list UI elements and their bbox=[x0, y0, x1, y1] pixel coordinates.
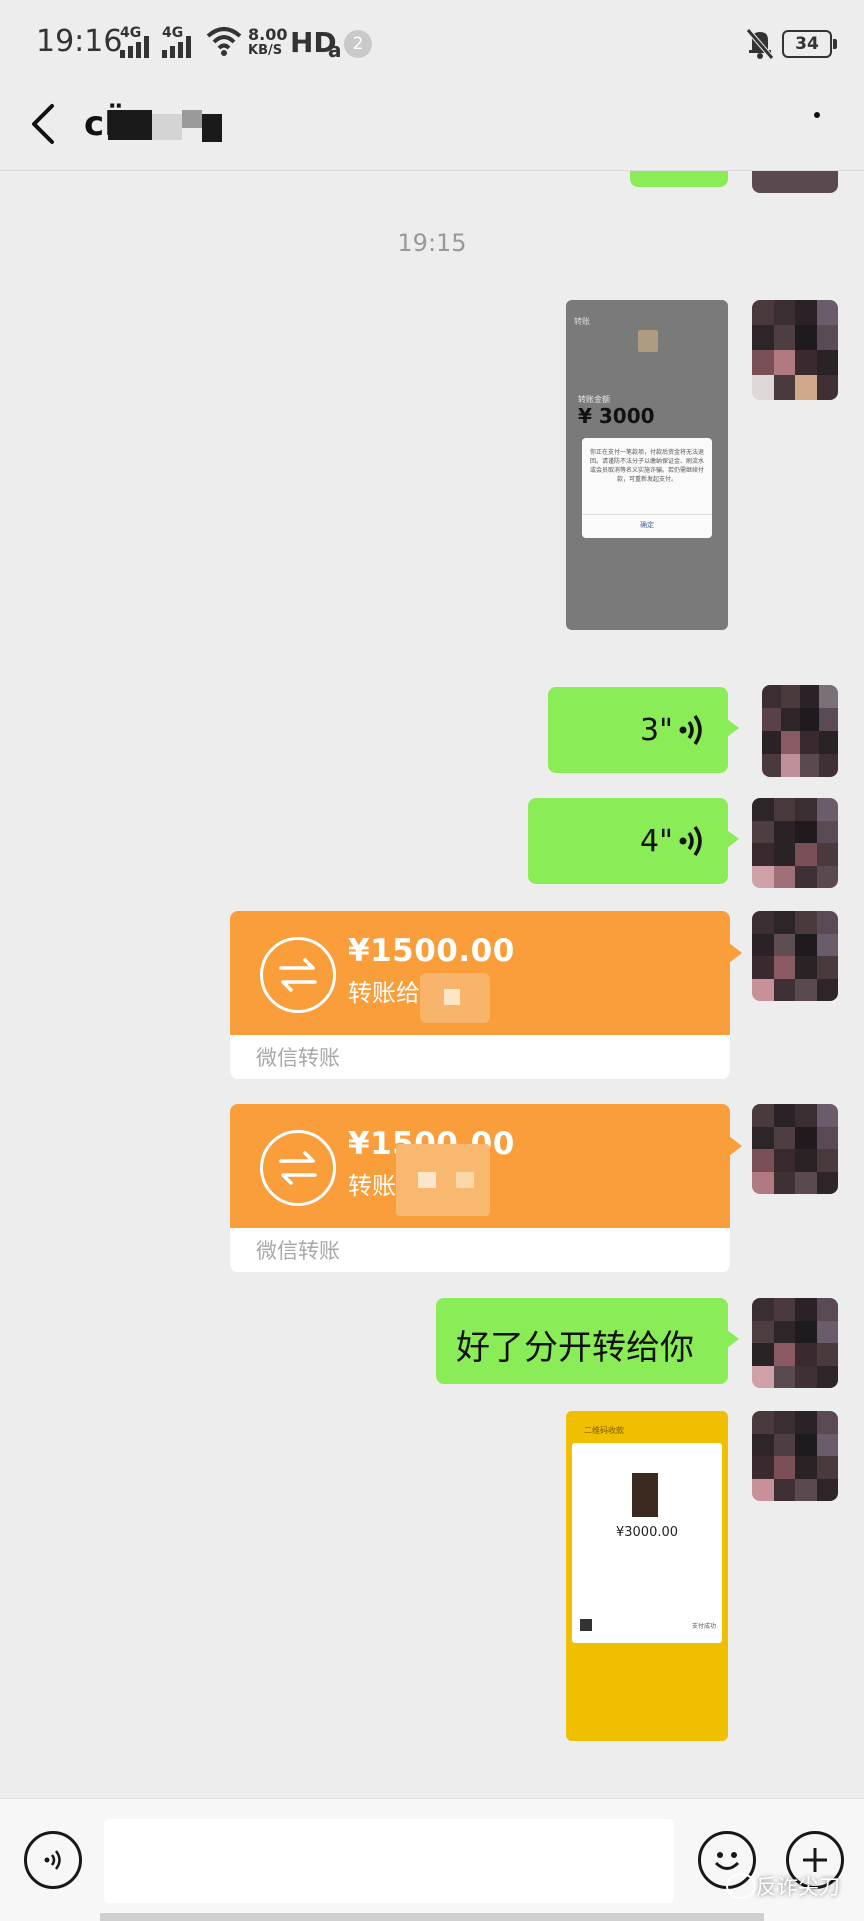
screenshot-dialog-button: 确定 bbox=[640, 521, 654, 529]
wifi-icon bbox=[206, 27, 242, 56]
transfer-footer-label: 微信转账 bbox=[256, 1046, 340, 1070]
voice-message-bubble[interactable]: 4" bbox=[528, 798, 739, 884]
notification-count-badge: 2 bbox=[344, 30, 372, 58]
status-bar: 19:16 4G 4G 8.00 KB/S HD a 2 34 bbox=[0, 0, 864, 86]
screenshot-title: 转账 bbox=[574, 317, 590, 326]
voice-duration: 4" bbox=[640, 824, 673, 859]
chat-area[interactable]: 19:15 转账 转账金额 ¥ 3000 你正在支付一笔款项，付款后资金将无法退… bbox=[0, 171, 864, 1798]
image-message-transfer-screenshot[interactable]: 转账 转账金额 ¥ 3000 你正在支付一笔款项，付款后资金将无法退回。请谨防不… bbox=[566, 300, 728, 630]
watermark: 反诈尖刀 bbox=[756, 1875, 840, 1899]
voice-input-icon bbox=[44, 1850, 61, 1870]
avatar[interactable] bbox=[752, 171, 838, 193]
voice-duration: 3" bbox=[640, 713, 673, 748]
battery-level: 34 bbox=[795, 34, 819, 54]
pixelated-name-mosaic bbox=[396, 1144, 490, 1216]
voice-wave-icon bbox=[679, 825, 702, 857]
transfer-arrows-icon bbox=[260, 937, 336, 1013]
more-dot-icon[interactable] bbox=[814, 112, 820, 118]
screenshot-amount: ¥ 3000 bbox=[578, 404, 655, 428]
transfer-message-card[interactable]: 微信转账 ¥1500.00 转账给 bbox=[230, 911, 742, 1079]
name-mosaic bbox=[108, 110, 152, 140]
input-bar: 反诈尖刀 bbox=[0, 1798, 864, 1921]
message-text: 好了分开转给你 bbox=[456, 1328, 694, 1368]
voice-input-button[interactable] bbox=[24, 1831, 82, 1889]
chat-header: сЁ bbox=[0, 86, 864, 171]
text-message-bubble[interactable]: 好了分开转给你 bbox=[436, 1298, 739, 1384]
time-separator: 19:15 bbox=[397, 229, 467, 257]
screenshot-header: 二维码收款 bbox=[584, 1426, 624, 1435]
battery-icon: 34 bbox=[782, 30, 837, 58]
message-input[interactable] bbox=[104, 1819, 674, 1903]
transfer-note: 转账给 bbox=[348, 979, 420, 1007]
avatar[interactable] bbox=[752, 1298, 838, 1388]
screenshot-amount: ¥3000.00 bbox=[615, 1525, 679, 1540]
previous-message-bubble[interactable] bbox=[630, 171, 728, 187]
avatar[interactable] bbox=[752, 1104, 838, 1194]
transfer-amount: ¥1500.00 bbox=[348, 933, 515, 969]
transfer-message-card[interactable]: 微信转账 ¥1500.00 转账 bbox=[230, 1104, 742, 1272]
screenshot-avatar bbox=[632, 1473, 658, 1517]
transfer-note: 转账 bbox=[348, 1172, 396, 1200]
screenshot-avatar bbox=[638, 330, 658, 352]
back-arrow-icon[interactable] bbox=[28, 102, 58, 146]
avatar[interactable] bbox=[752, 300, 838, 400]
net-speed-value: 8.00 bbox=[248, 25, 288, 44]
avatar[interactable] bbox=[752, 1411, 838, 1501]
avatar[interactable] bbox=[752, 911, 838, 1001]
net-speed-unit: KB/S bbox=[248, 43, 283, 58]
image-message-qr-payment-screenshot[interactable]: 二维码收款 ¥3000.00 支付成功 bbox=[566, 1411, 728, 1741]
voice-message-bubble[interactable]: 3" bbox=[548, 687, 739, 773]
bell-muted-icon bbox=[746, 28, 774, 60]
hd-sub: a bbox=[328, 38, 342, 62]
contact-name: сЁ bbox=[84, 104, 224, 144]
screenshot-payment-card: ¥3000.00 支付成功 bbox=[572, 1443, 722, 1643]
voice-wave-icon bbox=[679, 714, 702, 746]
avatar[interactable] bbox=[762, 685, 838, 777]
wechat-logo-icon bbox=[726, 1873, 756, 1899]
screenshot-warning-dialog: 你正在支付一笔款项，付款后资金将无法退回。请谨防不法分子以缴纳保证金、刷流水或会… bbox=[582, 438, 712, 538]
avatar[interactable] bbox=[752, 798, 838, 888]
transfer-arrows-icon bbox=[260, 1130, 336, 1206]
status-time: 19:16 bbox=[36, 24, 123, 59]
screenshot-footer-right: 支付成功 bbox=[692, 1623, 717, 1630]
transfer-footer-label: 微信转账 bbox=[256, 1239, 340, 1263]
